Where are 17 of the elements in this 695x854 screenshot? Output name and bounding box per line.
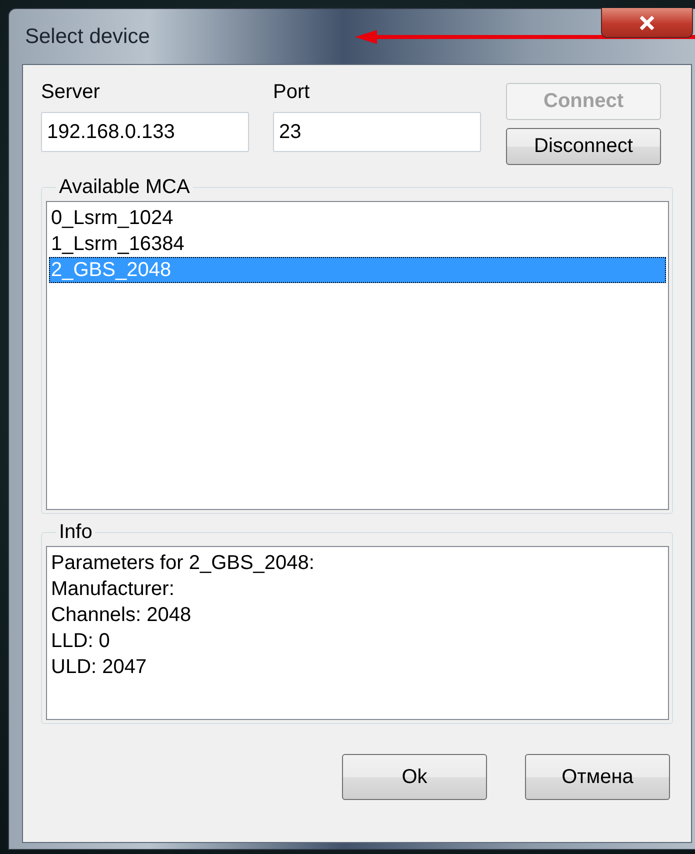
list-item[interactable]: 1_Lsrm_16384 <box>49 231 666 257</box>
port-label: Port <box>273 81 311 104</box>
info-line: Manufacturer: <box>50 577 176 602</box>
list-item[interactable]: 0_Lsrm_1024 <box>49 205 666 231</box>
cancel-button[interactable]: Отмена <box>525 754 670 800</box>
info-line: Parameters for 2_GBS_2048: <box>50 551 316 576</box>
ok-button[interactable]: Ok <box>342 754 487 800</box>
port-field[interactable]: 23 <box>273 112 481 152</box>
server-field[interactable]: 192.168.0.133 <box>41 112 249 152</box>
info-line: Channels: 2048 <box>50 603 192 628</box>
close-icon <box>639 16 655 30</box>
close-button[interactable] <box>601 8 693 38</box>
server-label: Server <box>41 81 101 104</box>
info-line: LLD: 0 <box>50 629 111 654</box>
info-line: ULD: 2047 <box>50 655 148 680</box>
window-title: Select device <box>24 24 150 48</box>
disconnect-button[interactable]: Disconnect <box>506 128 661 165</box>
